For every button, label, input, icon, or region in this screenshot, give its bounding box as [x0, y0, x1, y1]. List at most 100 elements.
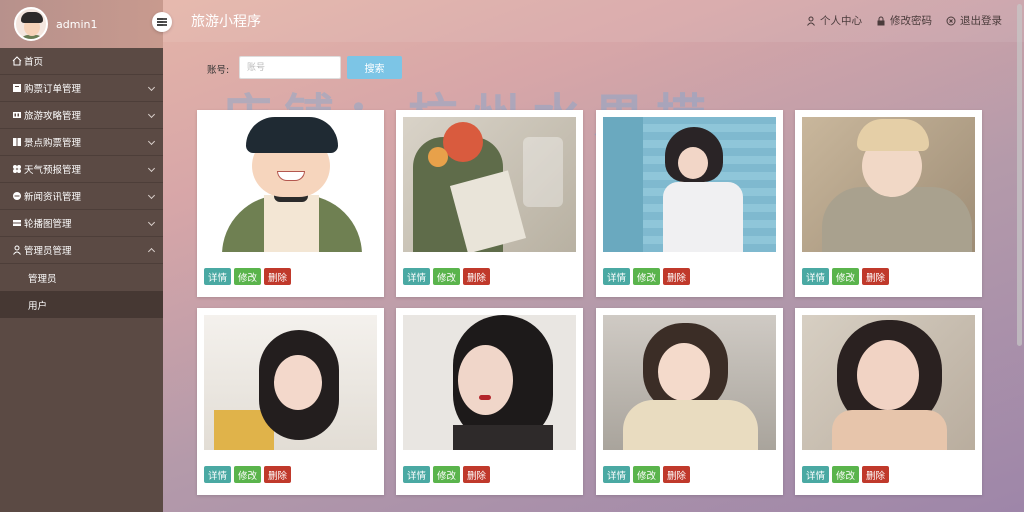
sidebar-item-news[interactable]: 新闻资讯管理: [0, 183, 163, 210]
delete-button[interactable]: 删除: [463, 466, 491, 483]
detail-button[interactable]: 详情: [204, 268, 232, 285]
user-card: 详情 修改 删除: [596, 110, 783, 297]
user-card: 详情 修改 删除: [197, 308, 384, 495]
app-title: 旅游小程序: [191, 14, 261, 30]
delete-button[interactable]: 删除: [264, 466, 292, 483]
card-actions: 详情 修改 删除: [403, 466, 491, 483]
ticket-icon: [13, 138, 21, 146]
edit-button[interactable]: 修改: [234, 466, 262, 483]
sidebar: admin1 首页 购票订单管理 旅游攻略管理 景点购票管理 天气预报管理 新闻…: [0, 0, 172, 512]
chevron-down-icon: [147, 191, 156, 200]
edit-button[interactable]: 修改: [832, 466, 860, 483]
user-photo[interactable]: [802, 117, 975, 252]
person-icon: [807, 16, 815, 26]
sidebar-item-attraction-tickets[interactable]: 景点购票管理: [0, 129, 163, 156]
card-actions: 详情 修改 删除: [403, 268, 491, 285]
user-card: 详情 修改 删除: [396, 308, 583, 495]
edit-button[interactable]: 修改: [433, 466, 461, 483]
edit-button[interactable]: 修改: [633, 268, 661, 285]
sidebar-item-label: 天气预报管理: [24, 165, 82, 176]
user-card: 详情 修改 删除: [197, 110, 384, 297]
detail-button[interactable]: 详情: [204, 466, 232, 483]
submenu-item-admin[interactable]: 管理员: [0, 264, 163, 291]
delete-button[interactable]: 删除: [463, 268, 491, 285]
user-photo[interactable]: [204, 315, 377, 450]
chevron-down-icon: [147, 110, 156, 119]
weather-icon: [13, 165, 21, 173]
guide-icon: [13, 112, 21, 118]
carousel-icon: [13, 220, 21, 226]
chevron-up-icon: [147, 247, 156, 256]
edit-button[interactable]: 修改: [234, 268, 262, 285]
header-links: 个人中心 修改密码 退出登录: [806, 13, 1002, 28]
sidebar-item-label: 景点购票管理: [24, 138, 82, 149]
chevron-down-icon: [147, 218, 156, 227]
detail-button[interactable]: 详情: [403, 268, 431, 285]
submenu-item-user[interactable]: 用户: [0, 291, 163, 318]
chevron-down-icon: [147, 137, 156, 146]
card-actions: 详情 修改 删除: [603, 466, 691, 483]
profile-link[interactable]: 个人中心: [806, 13, 862, 28]
top-header: 旅游小程序 个人中心 修改密码 退出登录: [163, 0, 1024, 42]
change-password-link[interactable]: 修改密码: [876, 13, 932, 28]
card-actions: 详情 修改 删除: [204, 466, 292, 483]
user-card: 详情 修改 删除: [795, 308, 982, 495]
scrollbar[interactable]: [1017, 4, 1022, 346]
detail-button[interactable]: 详情: [802, 268, 830, 285]
user-photo[interactable]: [802, 315, 975, 450]
edit-button[interactable]: 修改: [433, 268, 461, 285]
detail-button[interactable]: 详情: [403, 466, 431, 483]
delete-button[interactable]: 删除: [264, 268, 292, 285]
sidebar-item-label: 购票订单管理: [24, 84, 82, 95]
change-password-label: 修改密码: [890, 15, 932, 27]
submenu-item-label: 用户: [28, 300, 48, 312]
user-card: 详情 修改 删除: [596, 308, 783, 495]
sidebar-item-label: 管理员管理: [24, 246, 72, 257]
profile-link-label: 个人中心: [820, 15, 862, 27]
card-actions: 详情 修改 删除: [802, 466, 890, 483]
delete-button[interactable]: 删除: [663, 268, 691, 285]
sidebar-item-guides[interactable]: 旅游攻略管理: [0, 102, 163, 129]
sidebar-item-label: 旅游攻略管理: [24, 111, 82, 122]
account-label: 账号:: [207, 65, 230, 76]
user-photo[interactable]: [204, 117, 377, 252]
logout-icon: [946, 16, 956, 25]
submenu-item-label: 管理员: [28, 273, 57, 285]
detail-button[interactable]: 详情: [603, 466, 631, 483]
sidebar-item-orders[interactable]: 购票订单管理: [0, 75, 163, 102]
edit-button[interactable]: 修改: [633, 466, 661, 483]
user-photo[interactable]: [403, 117, 576, 252]
account-search-input[interactable]: [239, 56, 341, 79]
home-icon: [12, 56, 22, 66]
user-photo[interactable]: [403, 315, 576, 450]
search-button[interactable]: 搜索: [347, 56, 402, 79]
user-photo[interactable]: [603, 117, 776, 252]
logout-link[interactable]: 退出登录: [946, 13, 1002, 28]
user-card: 详情 修改 删除: [795, 110, 982, 297]
user-photo[interactable]: [603, 315, 776, 450]
sidebar-item-admins[interactable]: 管理员管理: [0, 237, 163, 264]
detail-button[interactable]: 详情: [603, 268, 631, 285]
logout-label: 退出登录: [960, 15, 1002, 27]
sidebar-item-home[interactable]: 首页: [0, 48, 163, 75]
user-icon: [13, 245, 21, 255]
sidebar-item-label: 新闻资讯管理: [24, 192, 82, 203]
sidebar-profile: admin1: [0, 0, 172, 48]
sidebar-menu: 首页 购票订单管理 旅游攻略管理 景点购票管理 天气预报管理 新闻资讯管理 轮播…: [0, 48, 163, 318]
sidebar-item-carousel[interactable]: 轮播图管理: [0, 210, 163, 237]
username: admin1: [56, 17, 98, 31]
chevron-down-icon: [147, 83, 156, 92]
sidebar-item-weather[interactable]: 天气预报管理: [0, 156, 163, 183]
card-actions: 详情 修改 删除: [802, 268, 890, 285]
chevron-down-icon: [147, 164, 156, 173]
detail-button[interactable]: 详情: [802, 466, 830, 483]
delete-button[interactable]: 删除: [663, 466, 691, 483]
delete-button[interactable]: 删除: [862, 466, 890, 483]
lock-icon: [877, 16, 885, 25]
user-card: 详情 修改 删除: [396, 110, 583, 297]
avatar[interactable]: [14, 7, 48, 41]
delete-button[interactable]: 删除: [862, 268, 890, 285]
edit-button[interactable]: 修改: [832, 268, 860, 285]
card-actions: 详情 修改 删除: [204, 268, 292, 285]
card-actions: 详情 修改 删除: [603, 268, 691, 285]
